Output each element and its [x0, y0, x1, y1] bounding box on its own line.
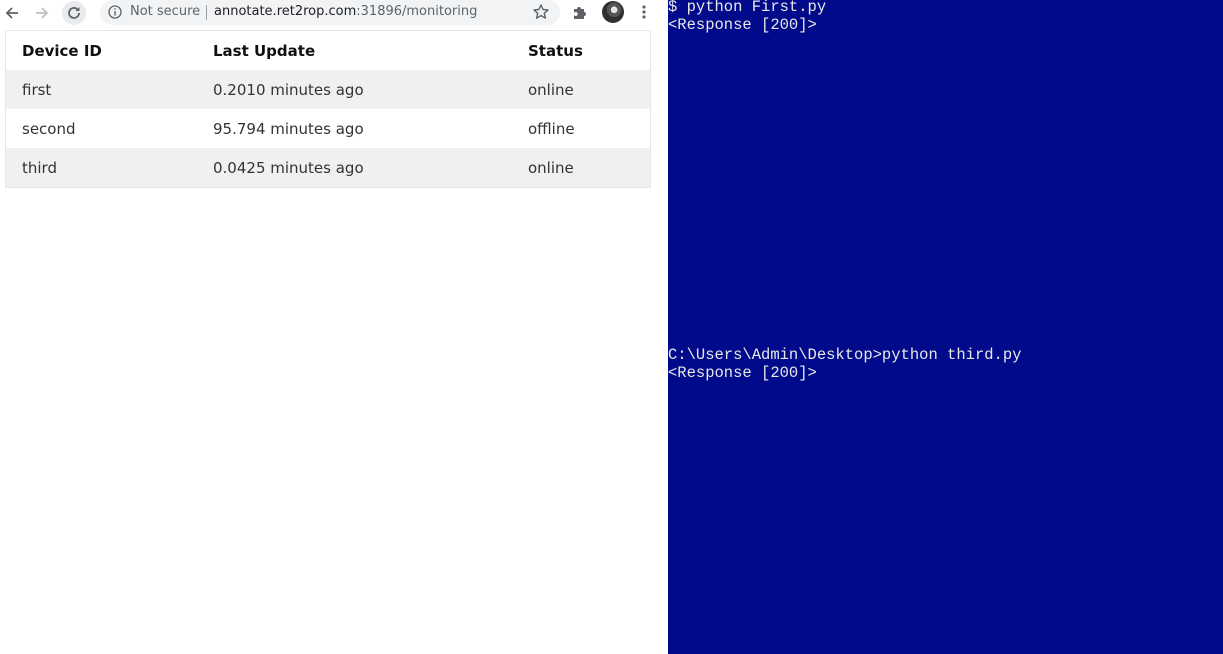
status-cell: online: [528, 80, 574, 99]
table-row: third 0.0425 minutes ago online: [5, 148, 651, 188]
console-line: <Response [200]>: [668, 364, 817, 382]
last-update-cell: 0.2010 minutes ago: [213, 80, 364, 99]
header-last-update: Last Update: [197, 30, 512, 70]
profile-avatar[interactable]: [602, 1, 624, 23]
omnibox-separator: [206, 5, 207, 20]
reload-icon: [68, 7, 80, 19]
last-update-cell: 95.794 minutes ago: [213, 119, 364, 138]
console-line: $ python First.py: [668, 0, 827, 16]
url-text[interactable]: annotate.ret2rop.com:31896/monitoring: [214, 4, 477, 19]
table-row: second 95.794 minutes ago offline: [5, 109, 651, 148]
reload-button[interactable]: [62, 1, 86, 25]
header-device-id: Device ID: [5, 30, 197, 70]
device-id-cell: second: [22, 119, 76, 138]
security-label[interactable]: Not secure: [130, 4, 200, 19]
status-cell: online: [528, 158, 574, 177]
address-bar[interactable]: Not secure annotate.ret2rop.com:31896/mo…: [100, 0, 560, 25]
table-header-row: Device ID Last Update Status: [5, 30, 651, 70]
back-arrow-icon: [5, 7, 18, 19]
device-id-cell: first: [22, 80, 52, 99]
info-icon[interactable]: [108, 5, 122, 19]
status-cell: offline: [528, 119, 575, 138]
table-row: first 0.2010 minutes ago online: [5, 70, 651, 109]
browser-toolbar: Not secure annotate.ret2rop.com:31896/mo…: [0, 0, 668, 26]
forward-arrow-icon: [36, 7, 49, 19]
star-icon[interactable]: [532, 3, 550, 21]
console-line: <Response [200]>: [668, 16, 817, 34]
forward-button[interactable]: [31, 2, 53, 24]
last-update-cell: 0.0425 minutes ago: [213, 158, 364, 177]
back-button[interactable]: [1, 2, 23, 24]
url-host: annotate.ret2rop.com: [214, 4, 357, 19]
puzzle-icon[interactable]: [571, 3, 589, 21]
browser-window: Not secure annotate.ret2rop.com:31896/mo…: [0, 0, 668, 654]
device-id-cell: third: [22, 158, 57, 177]
command-prompt-window[interactable]: $ python First.py <Response [200]> C:\Us…: [668, 0, 1223, 654]
url-path: :31896/monitoring: [356, 4, 478, 19]
console-line: C:\Users\Admin\Desktop>python third.py: [668, 346, 1022, 364]
device-monitor-table: Device ID Last Update Status first 0.201…: [5, 30, 651, 188]
kebab-menu-icon[interactable]: [640, 3, 648, 21]
header-status: Status: [512, 30, 651, 70]
